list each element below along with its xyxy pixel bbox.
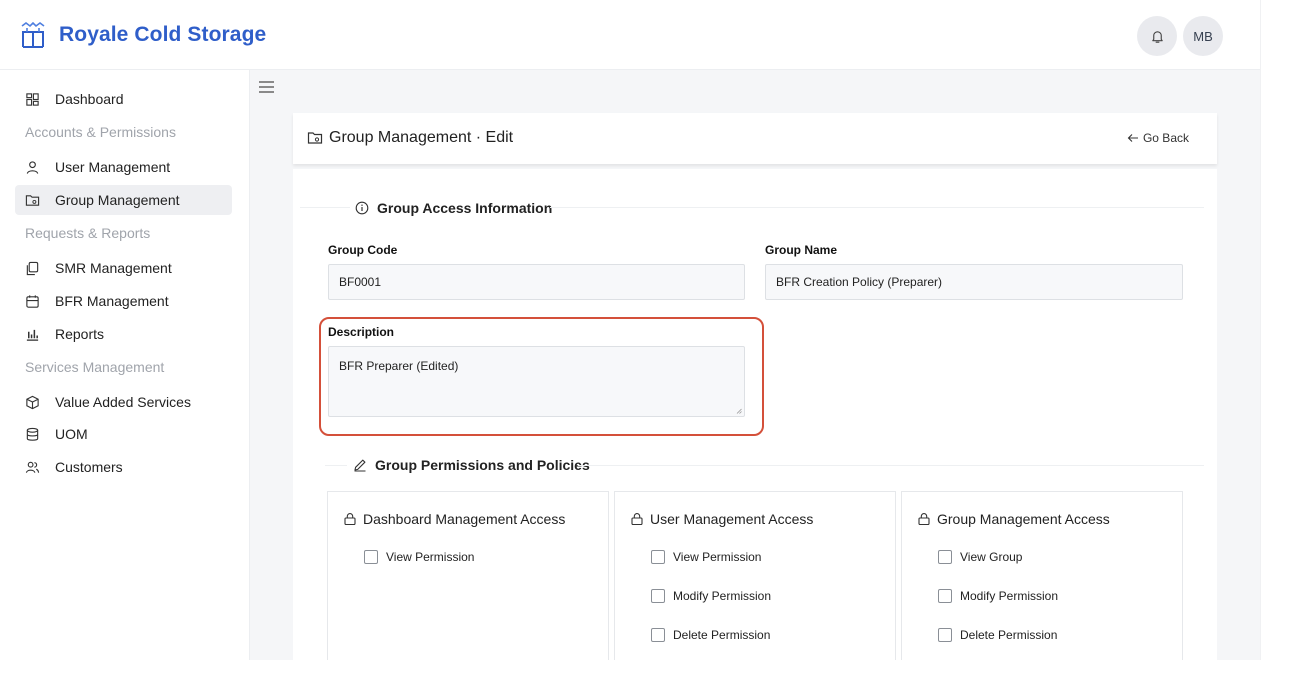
notifications-button[interactable]: [1137, 16, 1177, 56]
folder-icon: [307, 132, 323, 144]
sidebar-item-uom[interactable]: UOM: [15, 419, 232, 449]
divider: [325, 465, 347, 466]
sidebar-item-group-management[interactable]: Group Management: [15, 185, 232, 215]
perm-checkbox-row[interactable]: Modify Permission: [651, 589, 771, 603]
lock-icon: [631, 513, 643, 526]
folder-icon: [25, 194, 40, 206]
box-icon: [26, 395, 39, 409]
go-back-link[interactable]: Go Back: [1127, 131, 1189, 145]
perm-box-title-text: Dashboard Management Access: [363, 511, 566, 527]
perm-checkbox-row[interactable]: View Group: [938, 550, 1022, 564]
perm-checkbox-row[interactable]: Modify Permission: [938, 589, 1058, 603]
arrow-left-icon: [1127, 134, 1138, 142]
checkbox[interactable]: [364, 550, 378, 564]
sidebar-item-reports[interactable]: Reports: [15, 319, 232, 349]
perm-option-label: Modify Permission: [673, 589, 772, 603]
menu-toggle-icon[interactable]: [258, 80, 276, 94]
permissions-heading-text: Group Permissions and Policies: [375, 457, 590, 473]
access-info-heading: Group Access Information: [355, 200, 552, 216]
perm-checkbox-row[interactable]: View Permission: [364, 550, 474, 564]
sidebar-item-bfr-management[interactable]: BFR Management: [15, 286, 232, 316]
perm-option-label: View Permission: [673, 550, 762, 564]
checkbox[interactable]: [651, 550, 665, 564]
app-window: Royale Cold Storage MB Dashboard Account…: [0, 0, 1260, 660]
group-name-label: Group Name: [765, 243, 838, 257]
go-back-label: Go Back: [1142, 131, 1189, 145]
logo-icon: [21, 22, 45, 48]
user-avatar[interactable]: MB: [1183, 16, 1223, 56]
sidebar-item-label: Customers: [55, 459, 123, 475]
bell-icon: [1151, 30, 1163, 43]
perm-box-title: Group Management Access: [917, 511, 1110, 527]
perm-checkbox-row[interactable]: Delete Permission: [938, 628, 1057, 642]
group-code-input[interactable]: BF0001: [328, 264, 745, 300]
database-icon: [26, 427, 39, 441]
calendar-icon: [26, 294, 39, 308]
sidebar-item-label: UOM: [55, 426, 88, 442]
lock-icon: [344, 513, 356, 526]
users-icon: [25, 461, 40, 473]
checkbox[interactable]: [938, 550, 952, 564]
divider: [578, 465, 1204, 466]
perm-box-title: User Management Access: [630, 511, 813, 527]
sidebar-item-label: SMR Management: [55, 260, 172, 276]
divider: [300, 207, 350, 208]
checkbox[interactable]: [651, 628, 665, 642]
page-title: Group Management · Edit: [307, 129, 513, 147]
sidebar-item-smr-management[interactable]: SMR Management: [15, 253, 232, 283]
sidebar-item-user-management[interactable]: User Management: [15, 152, 232, 182]
checkbox[interactable]: [938, 628, 952, 642]
perm-box-title-text: User Management Access: [650, 511, 814, 527]
sidebar-item-label: User Management: [55, 159, 171, 175]
sidebar-item-label: Dashboard: [55, 91, 124, 107]
perm-checkbox-row[interactable]: Delete Permission: [651, 628, 770, 642]
top-header: Royale Cold Storage MB: [0, 0, 1260, 70]
lock-icon: [918, 513, 930, 526]
perm-checkbox-row[interactable]: View Permission: [651, 550, 761, 564]
perm-box-title: Dashboard Management Access: [343, 511, 565, 527]
divider: [550, 207, 1204, 208]
perm-option-label: Delete Permission: [673, 628, 771, 642]
checkbox[interactable]: [651, 589, 665, 603]
access-info-heading-text: Group Access Information: [377, 200, 553, 216]
sidebar-item-label: Group Management: [55, 192, 180, 208]
copy-icon: [26, 261, 39, 275]
sidebar-item-value-added-services[interactable]: Value Added Services: [15, 387, 232, 417]
page-header-card: Group Management · Edit Go Back: [293, 113, 1217, 164]
permissions-heading: Group Permissions and Policies: [353, 457, 590, 473]
pencil-icon: [354, 459, 366, 472]
sidebar-item-label: Reports: [55, 326, 105, 342]
perm-option-label: View Group: [960, 550, 1023, 564]
section-requests: Requests & Reports: [25, 225, 151, 241]
sidebar-item-customers[interactable]: Customers: [15, 452, 232, 482]
perm-option-label: Modify Permission: [960, 589, 1059, 603]
dashboard-access-box: Dashboard Management Access View Permiss…: [327, 491, 609, 660]
perm-option-label: View Permission: [386, 550, 475, 564]
page-margin-bottom: [0, 660, 1293, 686]
perm-box-title-text: Group Management Access: [937, 511, 1110, 527]
group-name-input[interactable]: BFR Creation Policy (Preparer): [765, 264, 1183, 300]
sidebar-item-label: BFR Management: [55, 293, 169, 309]
section-services: Services Management: [25, 359, 165, 375]
page-margin-right: [1260, 0, 1293, 686]
section-accounts: Accounts & Permissions: [25, 124, 176, 140]
sidebar: Dashboard Accounts & Permissions User Ma…: [0, 70, 250, 660]
sidebar-item-label: Value Added Services: [55, 394, 191, 410]
brand[interactable]: Royale Cold Storage: [20, 22, 266, 48]
user-access-box: User Management Access View Permission M…: [614, 491, 896, 660]
group-code-label: Group Code: [328, 243, 398, 257]
page-title-text: Group Management · Edit: [329, 129, 514, 146]
checkbox[interactable]: [938, 589, 952, 603]
user-icon: [26, 160, 39, 174]
info-icon: [355, 201, 369, 215]
perm-option-label: Delete Permission: [960, 628, 1058, 642]
highlight-annotation: [319, 317, 764, 436]
group-access-box: Group Management Access View Group Modif…: [901, 491, 1183, 660]
bar-chart-icon: [26, 329, 39, 341]
sidebar-item-dashboard[interactable]: Dashboard: [15, 84, 232, 114]
grid-icon: [26, 92, 39, 106]
brand-name: Royale Cold Storage: [59, 23, 267, 46]
